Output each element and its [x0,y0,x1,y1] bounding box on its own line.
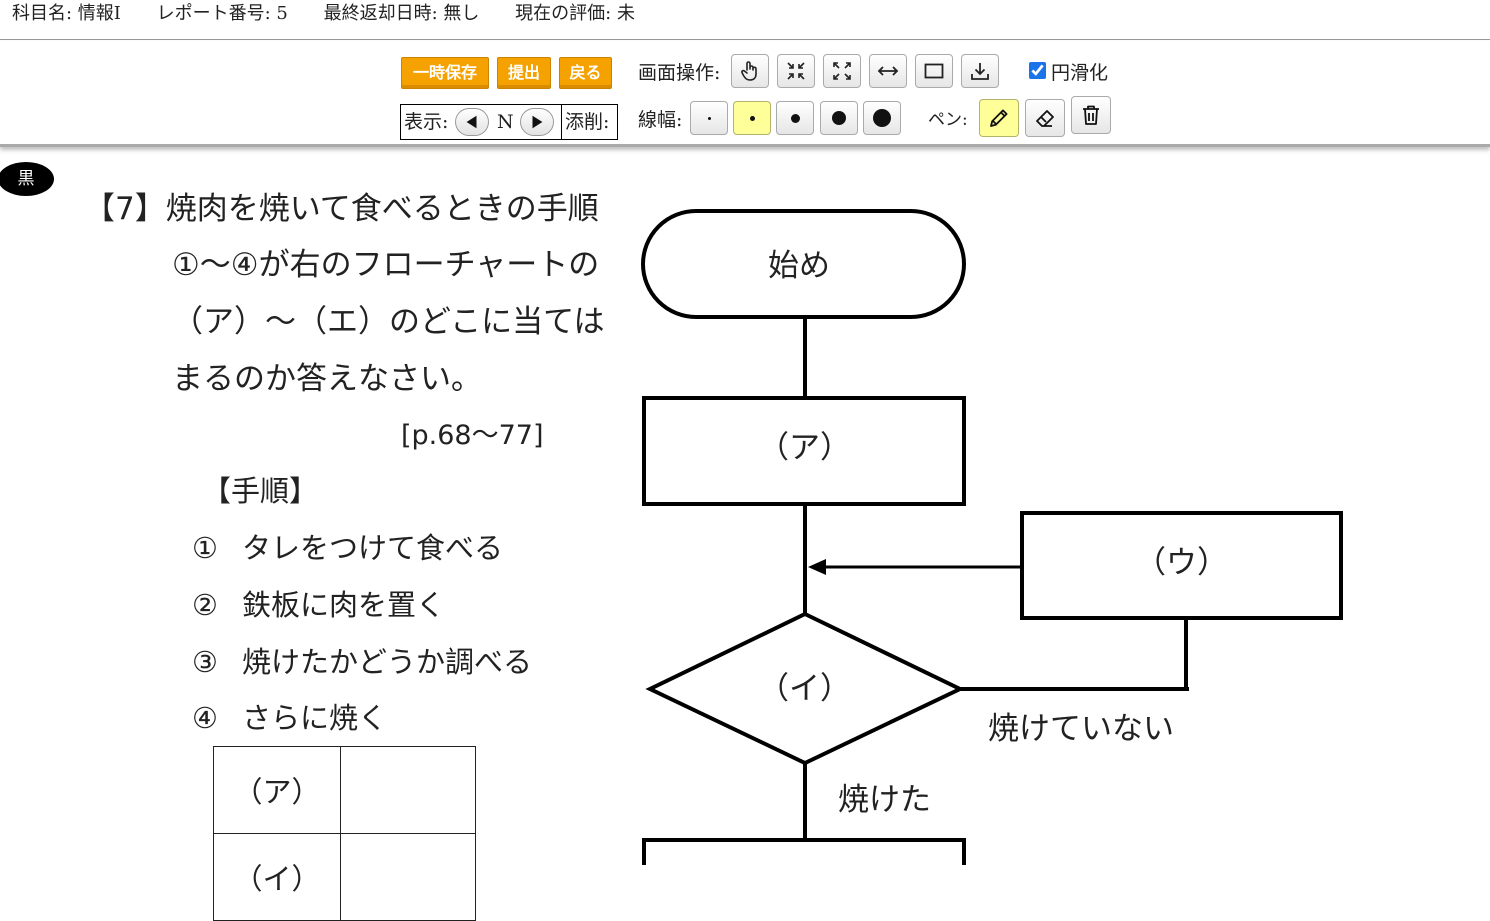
done-label: 焼けた [838,782,931,818]
arrow-head-icon [808,559,826,575]
process-box-e [642,838,966,865]
box-u-label: （ウ） [1135,545,1228,581]
not-done-label: 焼けていない [988,711,1174,747]
start-label: 始め [768,248,830,284]
box-a-label: （ア） [758,430,851,466]
diamond-i-label: （イ） [758,671,851,707]
flowchart [641,209,1343,865]
